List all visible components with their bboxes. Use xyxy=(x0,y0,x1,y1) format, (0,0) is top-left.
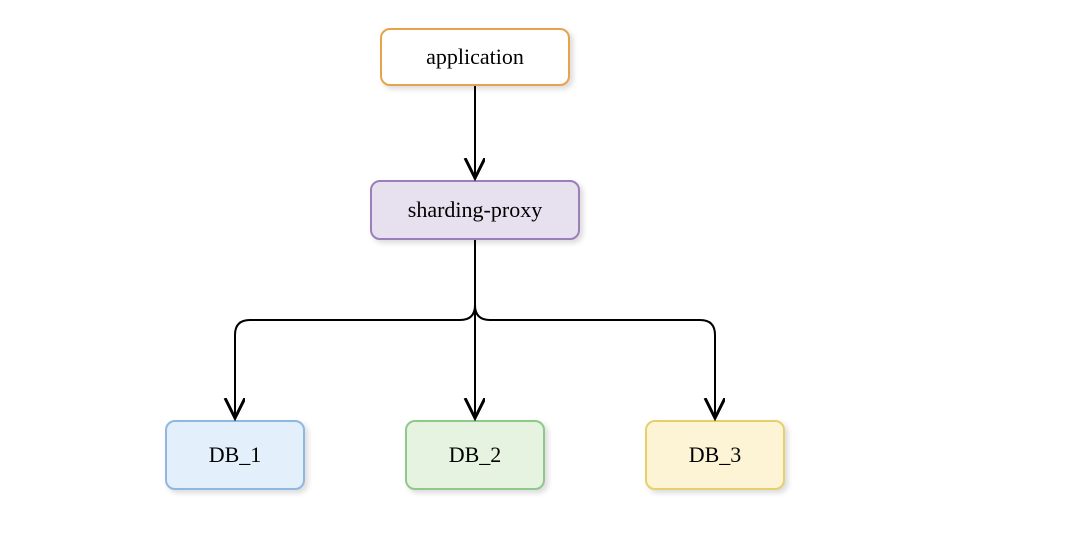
node-db3-label: DB_3 xyxy=(689,442,742,468)
node-sharding-proxy: sharding-proxy xyxy=(370,180,580,240)
node-application: application xyxy=(380,28,570,86)
node-application-label: application xyxy=(426,44,524,70)
node-sharding-proxy-label: sharding-proxy xyxy=(408,197,542,223)
node-db3: DB_3 xyxy=(645,420,785,490)
node-db2-label: DB_2 xyxy=(449,442,502,468)
edge-proxy-to-db1 xyxy=(235,305,475,416)
edge-proxy-to-db3 xyxy=(475,305,715,416)
node-db1-label: DB_1 xyxy=(209,442,262,468)
node-db1: DB_1 xyxy=(165,420,305,490)
node-db2: DB_2 xyxy=(405,420,545,490)
